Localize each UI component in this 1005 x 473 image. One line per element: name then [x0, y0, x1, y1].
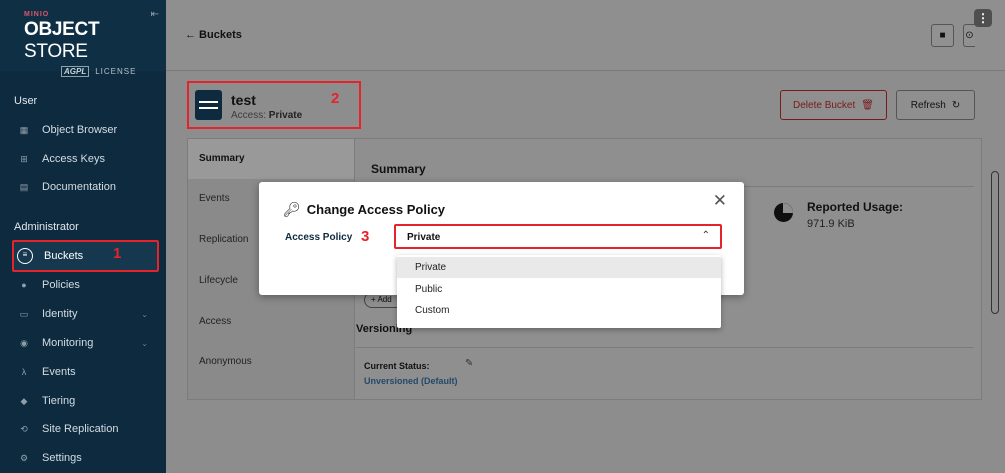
option-public[interactable]: Public: [397, 279, 721, 300]
chevron-down-icon: ⌄: [141, 338, 148, 348]
option-private[interactable]: Private: [397, 257, 721, 278]
sidebar-item-access-keys[interactable]: ⊞ Access Keys: [14, 148, 160, 170]
refresh-icon: ↻: [951, 99, 961, 111]
delete-bucket-button[interactable]: Delete Bucket 🗑︎: [780, 90, 887, 120]
top-bar: ← Buckets ■ ⊙ ⋮: [166, 0, 1005, 71]
chevron-down-icon: ⌄: [141, 309, 148, 319]
sidebar-item-label: Tiering: [42, 395, 76, 407]
key-icon: 🔑︎: [283, 201, 301, 217]
tab-summary[interactable]: Summary: [188, 139, 354, 179]
sidebar-item-settings[interactable]: ⚙ Settings: [14, 447, 160, 469]
lambda-icon: λ: [21, 367, 27, 377]
sidebar-item-label: Policies: [42, 279, 80, 291]
tab-access[interactable]: Access: [188, 302, 354, 342]
trash-icon: 🗑︎: [861, 99, 874, 111]
current-status-value: Unversioned (Default): [364, 376, 458, 386]
divider: [356, 347, 974, 348]
sidebar-item-buckets[interactable]: ≡ Buckets: [12, 240, 159, 272]
reported-usage-label: Reported Usage:: [807, 200, 904, 214]
bucket-icon: ≡: [17, 248, 33, 264]
minio-logo[interactable]: MINIO OBJECT STORE AGPL LICENSE ⇤: [0, 0, 166, 77]
site-replication-icon: ⟲: [20, 423, 28, 434]
sidebar-item-events[interactable]: λ Events: [14, 361, 160, 383]
bucket-icon: [195, 90, 222, 120]
close-icon[interactable]: ✕: [713, 192, 727, 209]
scrollbar[interactable]: [991, 171, 999, 314]
identity-icon: ▭: [19, 308, 29, 319]
annotation-number-2: 2: [331, 90, 340, 107]
sidebar-item-label: Events: [42, 366, 76, 378]
current-status-label: Current Status:: [364, 361, 430, 371]
refresh-button[interactable]: Refresh ↻: [896, 90, 975, 120]
sidebar-item-label: Settings: [42, 452, 82, 464]
logo-brand: MINIO: [24, 11, 50, 18]
option-custom[interactable]: Custom: [397, 300, 721, 321]
modal-title: Change Access Policy: [306, 202, 446, 217]
pie-chart-icon: [774, 203, 793, 222]
settings-icon: ⚙: [19, 452, 29, 463]
chevron-up-icon: ⌃: [701, 230, 710, 241]
sidebar-item-documentation[interactable]: ▤ Documentation: [14, 176, 160, 198]
access-keys-icon: ⊞: [20, 153, 28, 164]
license-line: AGPL LICENSE: [61, 66, 166, 77]
annotation-number-3: 3: [361, 228, 370, 245]
tiering-icon: ◆: [20, 395, 28, 406]
refresh-label: Refresh: [910, 99, 946, 111]
bucket-name: test: [231, 92, 256, 108]
sidebar-item-tiering[interactable]: ◆ Tiering: [14, 390, 160, 412]
section-user: User: [14, 95, 38, 107]
kebab-menu-icon[interactable]: ⋮: [974, 9, 992, 27]
back-to-buckets-link[interactable]: ← Buckets: [185, 29, 242, 41]
tab-anonymous[interactable]: Anonymous: [188, 342, 354, 382]
collapse-sidebar-icon[interactable]: ⇤: [151, 9, 159, 20]
sidebar: MINIO OBJECT STORE AGPL LICENSE ⇤ User ▦…: [0, 0, 166, 473]
summary-heading: Summary: [371, 162, 426, 176]
license-text: LICENSE: [95, 67, 137, 76]
edit-pencil-icon[interactable]: ✎: [465, 358, 473, 369]
sidebar-item-monitoring[interactable]: ◉ Monitoring ⌄: [14, 332, 160, 354]
object-browser-icon: ▦: [19, 124, 29, 135]
sidebar-item-label: Object Browser: [42, 124, 118, 136]
sidebar-item-label: Site Replication: [42, 423, 119, 435]
folder-icon[interactable]: ■: [931, 24, 954, 47]
documentation-icon: ▤: [19, 181, 29, 192]
logo-product: OBJECT STORE: [24, 19, 100, 62]
sidebar-item-label: Documentation: [42, 181, 116, 193]
reported-usage-value: 971.9 KiB: [807, 218, 855, 230]
modal-title-row: 🔑︎ Change Access Policy: [283, 201, 445, 218]
agpl-badge: AGPL: [61, 66, 90, 77]
access-policy-dropdown: Private Public Custom: [397, 255, 721, 328]
access-policy-selected-value: Private: [407, 232, 441, 243]
help-icon[interactable]: ⊙: [963, 24, 975, 47]
sidebar-item-label: Identity: [42, 308, 78, 320]
sidebar-item-policies[interactable]: ● Policies: [14, 274, 160, 296]
section-administrator: Administrator: [14, 221, 79, 233]
sidebar-item-label: Access Keys: [42, 153, 105, 165]
bucket-access: Access: Private: [231, 110, 303, 121]
sidebar-item-label: Buckets: [44, 250, 84, 262]
sidebar-item-identity[interactable]: ▭ Identity ⌄: [14, 303, 160, 325]
access-policy-label: Access Policy: [285, 232, 353, 243]
access-policy-select[interactable]: Private ⌃: [394, 224, 722, 249]
delete-bucket-label: Delete Bucket: [793, 99, 856, 111]
annotation-number-1: 1: [113, 245, 122, 262]
monitoring-icon: ◉: [20, 337, 28, 348]
policies-icon: ●: [21, 280, 27, 290]
sidebar-item-object-browser[interactable]: ▦ Object Browser: [14, 119, 160, 141]
sidebar-item-label: Monitoring: [42, 337, 94, 349]
sidebar-item-site-replication[interactable]: ⟲ Site Replication: [14, 418, 160, 440]
